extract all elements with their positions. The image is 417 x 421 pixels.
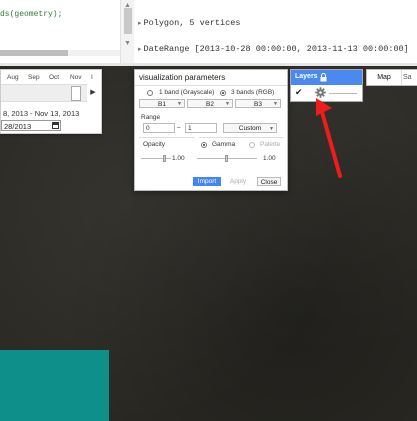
console-entry[interactable]: ▸ DateRange [2013-10-28 00:00:00, 2013-11… bbox=[138, 44, 409, 54]
band-value: B1 bbox=[158, 101, 166, 108]
month-label: Sep bbox=[28, 74, 40, 81]
import-button[interactable]: Import bbox=[193, 177, 221, 186]
divider bbox=[135, 85, 287, 86]
range-mode-select[interactable]: Custom ▼ bbox=[223, 123, 277, 133]
map-button[interactable]: Map bbox=[367, 70, 402, 85]
chevron-down-icon: ▼ bbox=[225, 101, 230, 107]
visualization-parameters-dialog: visualization parameters 1 band (Graysca… bbox=[134, 69, 288, 191]
band-select-red[interactable]: B1 ▼ bbox=[139, 99, 185, 108]
radio-grayscale[interactable] bbox=[147, 90, 153, 96]
month-label: Aug bbox=[7, 74, 19, 81]
apply-button[interactable]: Apply bbox=[227, 177, 249, 186]
palette-label: Palette bbox=[260, 141, 281, 148]
band-value: B3 bbox=[254, 101, 262, 108]
gamma-label: Gamma bbox=[212, 141, 236, 148]
month-label: Nov bbox=[70, 74, 82, 81]
timeline-months: Aug Sep Oct Nov I bbox=[7, 74, 97, 81]
code-vertical-scrollbar[interactable]: ▲ ▼ bbox=[120, 0, 135, 66]
radio-label: 1 band (Grayscale) bbox=[159, 89, 215, 96]
date-slider-panel: Aug Sep Oct Nov I ▶ 8, 2013 - Nov 13, 2013 2… bbox=[0, 69, 102, 134]
scrollbar-thumb[interactable] bbox=[0, 50, 68, 56]
radio-rgb[interactable] bbox=[220, 90, 226, 96]
timeline-handle[interactable] bbox=[71, 86, 81, 101]
opacity-slider-thumb[interactable] bbox=[163, 155, 166, 162]
console-entry-text: DateRange [2013-10-28 00:00:00, 2013-11-… bbox=[143, 44, 409, 54]
console-entry-text: Polygon, 5 vertices bbox=[143, 18, 241, 28]
gamma-value: 1.00 bbox=[263, 155, 276, 162]
expand-icon[interactable]: ▸ bbox=[138, 46, 142, 54]
annotation-arrow bbox=[316, 98, 342, 178]
month-label: I bbox=[91, 74, 93, 81]
radio-label: 3 bands (RGB) bbox=[231, 89, 275, 96]
band-value: B2 bbox=[206, 101, 214, 108]
chevron-down-icon: ▼ bbox=[269, 126, 274, 132]
dialog-title: visualization parameters bbox=[139, 73, 226, 82]
layers-header[interactable]: Layers bbox=[291, 70, 362, 85]
map-overlay-layer bbox=[0, 350, 109, 421]
month-label: Oct bbox=[49, 74, 60, 81]
map-type-toggle: Map Sa bbox=[366, 69, 417, 86]
lock-icon[interactable] bbox=[320, 73, 327, 82]
radio-palette[interactable] bbox=[249, 142, 255, 148]
range-min-input[interactable]: 0 bbox=[143, 123, 175, 133]
opacity-label: Opacity bbox=[143, 141, 166, 148]
date-range-text: 8, 2013 - Nov 13, 2013 bbox=[3, 109, 80, 118]
radio-gamma[interactable] bbox=[201, 142, 207, 148]
console-panel: ▸ Polygon, 5 vertices ▸ DateRange [2013-10… bbox=[134, 0, 417, 66]
console-entry[interactable]: ▸ Polygon, 5 vertices bbox=[138, 18, 240, 28]
chevron-down-icon: ▼ bbox=[177, 101, 182, 107]
check-icon[interactable]: ✔ bbox=[295, 87, 303, 98]
expand-icon[interactable]: ▸ bbox=[138, 20, 142, 28]
chevron-down-icon: ▼ bbox=[273, 101, 278, 107]
opacity-value: 1.00 bbox=[172, 155, 185, 162]
divider bbox=[199, 137, 283, 138]
range-max-input[interactable]: 1 bbox=[185, 123, 217, 133]
close-button[interactable]: Close bbox=[257, 177, 281, 186]
satellite-button[interactable]: Sa bbox=[403, 70, 417, 85]
code-editor[interactable]: ds(geometry); bbox=[0, 0, 121, 66]
scroll-down-icon[interactable]: ▼ bbox=[124, 40, 131, 47]
scrollbar-thumb[interactable] bbox=[124, 8, 132, 34]
code-horizontal-scrollbar[interactable] bbox=[0, 50, 120, 56]
range-mode-value: Custom bbox=[238, 125, 262, 132]
gamma-slider-thumb[interactable] bbox=[225, 155, 228, 162]
band-select-green[interactable]: B2 ▼ bbox=[187, 99, 233, 108]
range-label: Range bbox=[141, 114, 161, 121]
range-dash: – bbox=[177, 124, 181, 131]
play-icon[interactable]: ▶ bbox=[87, 86, 99, 100]
opacity-slider[interactable] bbox=[141, 158, 171, 159]
band-select-blue[interactable]: B3 ▼ bbox=[235, 99, 281, 108]
divider bbox=[139, 137, 195, 138]
timeline-track[interactable] bbox=[1, 84, 87, 102]
layers-title: Layers bbox=[295, 73, 318, 80]
calendar-icon[interactable] bbox=[52, 122, 59, 129]
code-line[interactable]: ds(geometry); bbox=[0, 10, 62, 19]
